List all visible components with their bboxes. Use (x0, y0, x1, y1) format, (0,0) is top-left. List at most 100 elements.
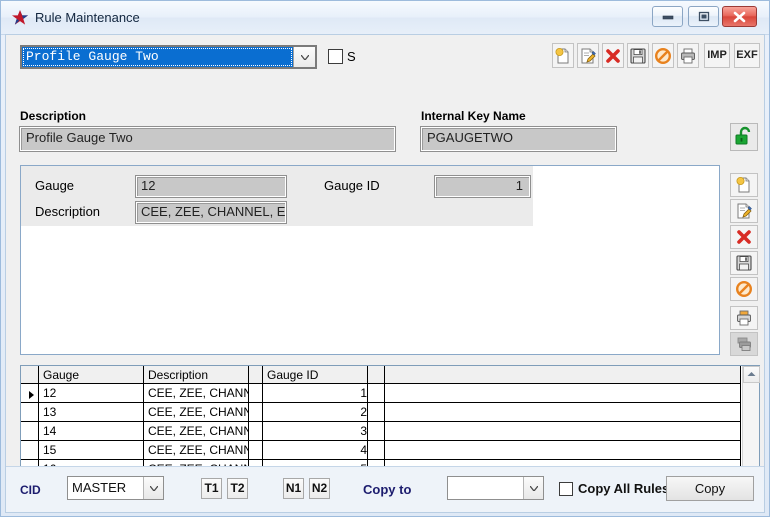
cell-gauge-id[interactable]: 3 (262, 421, 368, 441)
top-toolbar: IMP EXF (552, 43, 760, 70)
print-button[interactable] (677, 43, 699, 68)
star-icon (10, 9, 30, 27)
table-row[interactable]: 15CEE, ZEE, CHANNEL 4 (21, 440, 741, 460)
detail-save-button[interactable] (730, 251, 758, 275)
gauge-id-input[interactable]: 1 (435, 176, 530, 197)
detail-panel: Gauge 12 Description CEE, ZEE, CHANNEL, … (20, 165, 720, 355)
copy-all-rules-checkbox[interactable] (559, 482, 573, 496)
column-header-gauge[interactable]: Gauge (38, 366, 144, 384)
n1-button[interactable]: N1 (283, 478, 304, 499)
row-indicator-header (21, 366, 39, 384)
column-separator (248, 383, 263, 403)
cid-combobox[interactable]: MASTER (67, 476, 164, 500)
row-selector[interactable] (21, 402, 39, 422)
internal-key-name-label: Internal Key Name (421, 109, 526, 123)
chevron-down-icon (529, 486, 538, 491)
column-separator (367, 421, 385, 441)
column-header-description[interactable]: Description (143, 366, 249, 384)
cell-gauge-id[interactable]: 4 (262, 440, 368, 460)
row-selector[interactable] (21, 440, 39, 460)
copy-all-rules-label: Copy All Rules (578, 481, 670, 496)
cell-gauge[interactable]: 14 (38, 421, 144, 441)
rule-selector-dropdown-button[interactable] (293, 47, 315, 67)
close-icon (733, 11, 746, 23)
detail-delete-button[interactable] (730, 225, 758, 249)
rule-selector-value: Profile Gauge Two (22, 47, 293, 67)
column-separator (248, 402, 263, 422)
gauge-description-input[interactable]: CEE, ZEE, CHANNEL, EAV (136, 202, 286, 223)
rule-selector-combobox[interactable]: Profile Gauge Two (20, 45, 317, 69)
minimize-button[interactable] (652, 6, 683, 27)
rule-maintenance-window: Rule Maintenance Profile Gauge Two S IMP… (0, 0, 770, 517)
copy-to-label: Copy to (363, 482, 412, 497)
copy-to-combobox[interactable] (447, 476, 544, 500)
cell-gauge-id[interactable]: 2 (262, 402, 368, 422)
column-header-gauge-id[interactable]: Gauge ID (262, 366, 368, 384)
new-document-icon (555, 47, 569, 63)
table-row[interactable]: 12CEE, ZEE, CHANNEL 1 (21, 383, 741, 403)
new-button[interactable] (552, 43, 574, 68)
printer-icon (737, 310, 751, 326)
detail-cancel-button[interactable] (730, 277, 758, 301)
cell-blank (384, 421, 741, 441)
row-selector[interactable] (21, 383, 39, 403)
detail-new-button[interactable] (730, 173, 758, 197)
n2-button[interactable]: N2 (309, 478, 330, 499)
cell-gauge[interactable]: 12 (38, 383, 144, 403)
current-row-arrow-icon (29, 391, 34, 399)
cell-description[interactable]: CEE, ZEE, CHANNEL (143, 421, 249, 441)
caret-up-icon (747, 372, 756, 376)
internal-key-name-input[interactable]: PGAUGETWO (421, 127, 616, 151)
gauge-input[interactable]: 12 (136, 176, 286, 197)
cell-gauge[interactable]: 13 (38, 402, 144, 422)
cell-description[interactable]: CEE, ZEE, CHANNEL (143, 440, 249, 460)
table-row[interactable]: 14CEE, ZEE, CHANNEL 3 (21, 421, 741, 441)
s-checkbox-label: S (347, 49, 356, 64)
footer-bar: CID MASTER T1 T2 N1 N2 Copy to Copy All … (6, 466, 764, 512)
column-separator (248, 366, 263, 384)
s-checkbox[interactable] (328, 49, 343, 64)
import-label: IMP (707, 49, 727, 61)
maximize-button[interactable] (688, 6, 719, 27)
cell-gauge[interactable]: 15 (38, 440, 144, 460)
column-separator (367, 440, 385, 460)
edit-pencil-icon (581, 48, 596, 63)
detail-toolbar (730, 173, 760, 356)
scroll-up-button[interactable] (743, 366, 760, 383)
cell-description[interactable]: CEE, ZEE, CHANNEL (143, 402, 249, 422)
import-button[interactable]: IMP (704, 43, 730, 68)
detail-copy-button (730, 332, 758, 356)
detail-edit-button[interactable] (730, 199, 758, 223)
save-button[interactable] (627, 43, 649, 68)
description-input[interactable]: Profile Gauge Two (20, 127, 395, 151)
grid-header-row: Gauge Description Gauge ID (21, 366, 741, 384)
cell-description[interactable]: CEE, ZEE, CHANNEL (143, 383, 249, 403)
copy-printer-icon (737, 337, 751, 351)
delete-button[interactable] (602, 43, 624, 68)
t1-button[interactable]: T1 (201, 478, 222, 499)
detail-print-button[interactable] (730, 306, 758, 330)
cid-dropdown-button[interactable] (143, 477, 163, 499)
unlock-button[interactable] (730, 123, 758, 151)
copy-button[interactable]: Copy (666, 476, 754, 501)
cancel-circle-icon (654, 47, 672, 64)
copy-to-dropdown-button[interactable] (523, 477, 543, 499)
cell-gauge-id[interactable]: 1 (262, 383, 368, 403)
minimize-icon (662, 15, 674, 20)
close-button[interactable] (722, 6, 757, 27)
gauge-description-label: Description (35, 204, 101, 219)
cancel-button[interactable] (652, 43, 674, 68)
row-selector[interactable] (21, 421, 39, 441)
unlock-icon (735, 126, 751, 145)
t2-button[interactable]: T2 (227, 478, 248, 499)
table-row[interactable]: 13CEE, ZEE, CHANNEL 2 (21, 402, 741, 422)
column-separator (248, 421, 263, 441)
client-area: Profile Gauge Two S IMP EXF Description … (5, 34, 765, 513)
column-separator (367, 366, 385, 384)
gauge-id-label: Gauge ID (324, 178, 380, 193)
edit-button[interactable] (577, 43, 599, 68)
window-title: Rule Maintenance (35, 10, 140, 25)
delete-x-icon (737, 230, 751, 244)
chevron-down-icon (300, 55, 309, 60)
export-button[interactable]: EXF (734, 43, 760, 68)
